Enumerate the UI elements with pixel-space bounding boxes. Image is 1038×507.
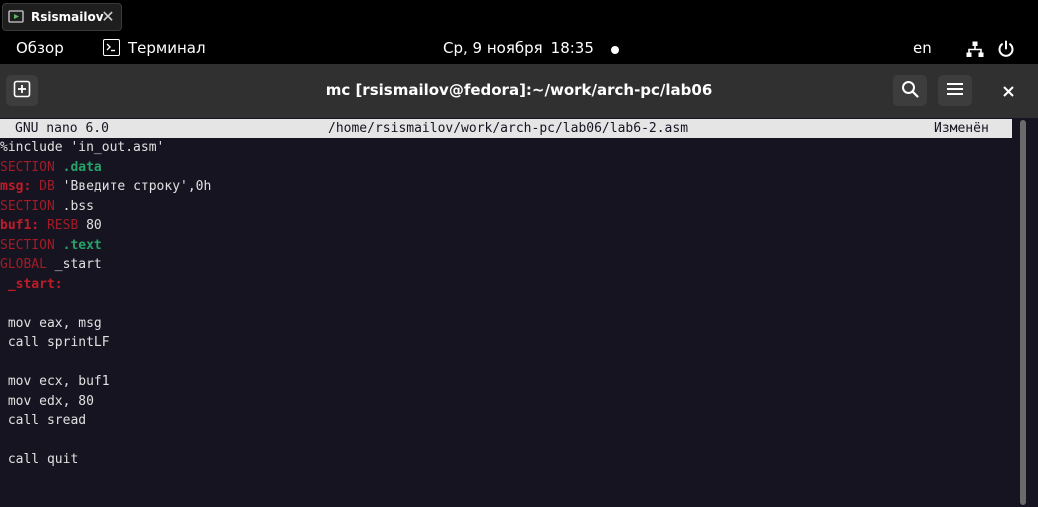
code-line: GLOBAL _start (0, 257, 102, 272)
code-line: %include 'in_out.asm' (0, 140, 165, 155)
terminal-body[interactable]: GNU nano 6.0 /home/rsismailov/work/arch-… (0, 118, 1038, 507)
nano-file-path: /home/rsismailov/work/arch-pc/lab06/lab6… (328, 121, 689, 136)
nano-version: GNU nano 6.0 (15, 121, 109, 136)
code-line: SECTION .text (0, 237, 102, 253)
power-icon[interactable] (997, 40, 1015, 62)
clock-time: 18:35 (550, 39, 594, 57)
app-menu-button[interactable]: Терминал (103, 37, 206, 57)
activities-button[interactable]: Обзор (16, 39, 64, 57)
main-menu-button[interactable] (938, 75, 972, 106)
code-line: SECTION .data (0, 159, 102, 175)
vm-tab[interactable]: Rsismailov ✕ (2, 3, 122, 31)
terminal-scrollbar[interactable] (1020, 120, 1026, 505)
screen: Rsismailov ✕ Обзор Терминал Ср, 9 ноября… (0, 0, 1038, 507)
code-line: call sprintLF (0, 335, 110, 350)
gnome-top-bar: Обзор Терминал Ср, 9 ноября 18:35 en (0, 33, 1038, 64)
vm-tab-label: Rsismailov (31, 10, 104, 24)
notification-dot-icon (611, 46, 619, 54)
virtual-machine-icon (7, 8, 25, 26)
code-line: SECTION .bss (0, 198, 94, 214)
code-line: mov edx, 80 (0, 393, 94, 409)
code-line: _start: (7, 276, 63, 292)
close-icon (1002, 82, 1014, 101)
search-button[interactable] (893, 75, 927, 106)
hamburger-menu-icon (947, 81, 963, 100)
code-line: call sread (0, 413, 87, 428)
code-line: call quit (0, 452, 79, 467)
close-window-button[interactable] (996, 79, 1020, 103)
code-line: mov eax, msg (0, 315, 102, 331)
keyboard-layout-indicator[interactable]: en (913, 39, 932, 57)
app-menu-label: Терминал (128, 39, 206, 57)
code-line: buf1: RESB 80 (0, 218, 102, 233)
nano-modified-status: Изменён (934, 121, 989, 136)
code-line: mov ecx, buf1 (0, 374, 110, 389)
network-icon[interactable] (966, 41, 984, 62)
terminal-icon (103, 38, 120, 56)
nano-title-bar: GNU nano 6.0 /home/rsismailov/work/arch-… (0, 119, 1012, 138)
code-line: msg: DB 'Введите строку',0h (0, 179, 212, 194)
vm-tab-close-icon[interactable]: ✕ (100, 8, 116, 26)
terminal-header-bar: mc [rsismailov@fedora]:~/work/arch-pc/la… (0, 64, 1038, 118)
nano-editor-text[interactable]: %include 'in_out.asm' SECTION .data msg:… (0, 138, 211, 470)
search-icon (901, 80, 919, 102)
vm-tab-strip: Rsismailov ✕ (0, 0, 1038, 33)
terminal-title: mc [rsismailov@fedora]:~/work/arch-pc/la… (325, 81, 713, 99)
clock-button[interactable]: Ср, 9 ноября 18:35 (443, 39, 594, 57)
clock-date: Ср, 9 ноября (443, 39, 543, 57)
